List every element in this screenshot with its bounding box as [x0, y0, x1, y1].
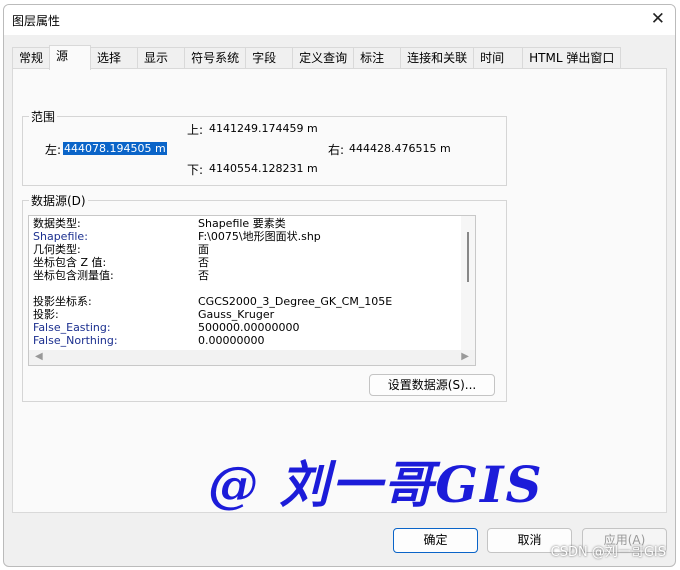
scroll-right-icon[interactable]: ▶ [461, 351, 469, 362]
info-value: 否 [198, 256, 209, 269]
info-key: 几何类型: [33, 243, 81, 256]
tab-html-popup[interactable]: HTML 弹出窗口 [522, 47, 622, 69]
tab-fields[interactable]: 字段 [245, 47, 294, 69]
dialog-title: 图层属性 [12, 14, 61, 28]
info-key: 投影坐标系: [33, 295, 92, 308]
close-icon[interactable]: ✕ [651, 9, 665, 29]
tab-symbology[interactable]: 符号系统 [184, 47, 247, 69]
info-key: 坐标包含 Z 值: [33, 256, 107, 269]
right-label: 右: [328, 143, 345, 157]
tab-selection[interactable]: 选择 [90, 47, 139, 69]
tab-display[interactable]: 显示 [137, 47, 186, 69]
info-value: CGCS2000_3_Degree_GK_CM_105E [198, 295, 393, 308]
datasource-legend: 数据源(D) [31, 194, 86, 208]
info-value: 0.00000000 [198, 334, 265, 347]
watermark: @ 刘一哥GIS [208, 455, 544, 514]
set-datasource-button[interactable]: 设置数据源(S)... [369, 374, 495, 396]
tab-general[interactable]: 常规 [12, 47, 51, 69]
info-key: False_Easting: [33, 321, 111, 334]
title-bar: 图层属性 ✕ [4, 5, 675, 35]
info-key: 数据类型: [33, 217, 81, 230]
left-value[interactable]: 444078.194505 m [63, 142, 167, 155]
info-value: Gauss_Kruger [198, 308, 275, 321]
info-key: False_Northing: [33, 334, 118, 347]
tab-joins-relates[interactable]: 连接和关联 [400, 47, 475, 69]
info-value: F:\0075\地形图面状.shp [198, 230, 321, 243]
info-key: 投影: [33, 308, 59, 321]
scroll-left-icon[interactable]: ◀ [35, 351, 43, 362]
ok-button[interactable]: 确定 [393, 528, 478, 553]
info-value: 500000.00000000 [198, 321, 300, 334]
info-value: Shapefile 要素类 [198, 217, 286, 230]
top-value: 4141249.174459 m [209, 122, 318, 135]
tab-definition-query[interactable]: 定义查询 [292, 47, 355, 69]
vertical-scrollbar[interactable] [461, 216, 475, 351]
info-value: 面 [198, 243, 209, 256]
extent-legend: 范围 [31, 110, 56, 124]
datasource-info-list[interactable]: 数据类型: Shapefile 要素类 Shapefile: F:\0075\地形图面… [28, 215, 476, 366]
csdn-watermark: CSDN @刘一哥GIS [550, 545, 666, 560]
info-key: 坐标包含测量值: [33, 269, 114, 282]
tab-time[interactable]: 时间 [473, 47, 524, 69]
bottom-value: 4140554.128231 m [209, 162, 318, 175]
info-value: 否 [198, 269, 209, 282]
bottom-label: 下: [187, 163, 204, 177]
info-key: Shapefile: [33, 230, 88, 243]
tab-labels[interactable]: 标注 [353, 47, 402, 69]
tab-bar: 常规 源 选择 显示 符号系统 字段 定义查询 标注 连接和关联 时间 HTML… [12, 45, 622, 70]
horizontal-scrollbar[interactable]: ◀ ▶ [29, 350, 475, 365]
tab-source[interactable]: 源 [49, 45, 92, 70]
right-value: 444428.476515 m [349, 142, 451, 155]
top-label: 上: [187, 123, 204, 137]
left-label: 左: [45, 143, 62, 157]
scroll-thumb[interactable] [467, 232, 469, 282]
